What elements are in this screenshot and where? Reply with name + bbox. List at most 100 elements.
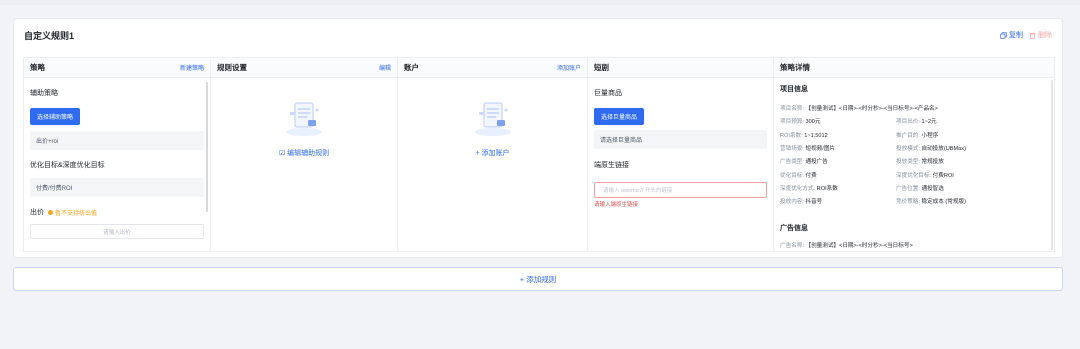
rules-body: ☑ 编辑辅助规则 xyxy=(211,78,397,253)
detail-field-value: 常规投放 xyxy=(919,159,944,166)
detail-field-value: 付费 xyxy=(803,172,817,179)
detail-body: 项目信息 广告信息 项目名称: 【创量测试】<日期>-<时分秒>-<当日标号>-… xyxy=(774,78,1054,253)
select-aux-strategy-button[interactable]: 选择辅助策略 xyxy=(30,108,81,125)
detail-field: 投放类型: 常规投放 xyxy=(896,157,944,165)
detail-field-key: 投放类型: xyxy=(896,159,920,166)
detail-field-value: 短视频/图片 xyxy=(803,145,836,152)
detail-field-value: 付费ROI xyxy=(931,172,954,179)
detail-field-key: 项目出价: xyxy=(896,119,920,126)
empty-document-icon xyxy=(286,102,322,136)
edit-aux-rules-label: 编辑辅助规则 xyxy=(287,150,330,157)
detail-field: 投放模式: 自动投放(UBMax) xyxy=(896,144,966,152)
detail-field-value: 抖音号 xyxy=(803,199,823,206)
detail-header: 策略详情 xyxy=(774,58,1054,78)
project-section-title: 项目信息 xyxy=(780,86,808,93)
detail-field: 营销场景: 短视频/图片 xyxy=(780,144,835,152)
detail-field-key: 竞价策略: xyxy=(896,199,920,206)
native-link-error: 请输入端原生链接 xyxy=(594,202,639,208)
strategy-column: 策略 新建策略 辅助策略 选择辅助策略 出价+roi 优化目标&深度优化目标 付… xyxy=(24,58,211,251)
detail-field: 推广目的: 小程序 xyxy=(896,131,938,139)
native-link-label: 端原生链接 xyxy=(594,162,629,169)
rules-title: 规则设置 xyxy=(217,63,247,72)
detail-field-key: 推广目的: xyxy=(896,132,920,139)
goods-label: 巨量商品 xyxy=(594,90,622,97)
aux-strategy-label: 辅助策略 xyxy=(30,90,58,97)
detail-field-key: 投放模式: xyxy=(896,145,920,152)
account-body: + 添加账户 xyxy=(398,78,587,253)
detail-field-key: 广告位置: xyxy=(896,185,920,192)
detail-field-value: 稳定成本 (常规版) xyxy=(919,199,966,206)
account-header: 账户 添加账户 xyxy=(398,58,587,78)
goal-label: 优化目标&深度优化目标 xyxy=(30,162,105,169)
detail-field: 广告名称: 【创量测试】<日期>-<时分秒>-<当日标号> xyxy=(780,241,913,249)
ad-section-title: 广告信息 xyxy=(780,225,808,232)
detail-field: 项目出价: 1~2元 xyxy=(896,117,937,125)
detail-field-key: 广告名称: xyxy=(780,243,804,249)
bid-warning: 暂不支持统出值 xyxy=(55,210,98,217)
warning-icon xyxy=(48,209,53,215)
detail-field-key: 广告类型: xyxy=(780,159,804,166)
bid-label: 出价 xyxy=(30,209,44,216)
strategy-body: 辅助策略 选择辅助策略 出价+roi 优化目标&深度优化目标 付费/付费ROI … xyxy=(24,78,210,253)
short-drama-title: 短剧 xyxy=(594,63,609,72)
detail-field-value: 300元 xyxy=(803,119,821,126)
rule-title: 自定义规则1 xyxy=(24,31,75,41)
detail-field: 项目预算: 300元 xyxy=(780,117,820,125)
rule-columns: 策略 新建策略 辅助策略 选择辅助策略 出价+roi 优化目标&深度优化目标 付… xyxy=(23,57,1055,252)
select-goods-button[interactable]: 选择巨量商品 xyxy=(594,108,645,125)
add-account-action[interactable]: + 添加账户 xyxy=(475,148,509,158)
edit-aux-rules-action[interactable]: ☑ 编辑辅助规则 xyxy=(279,148,329,158)
edit-icon: ☑ xyxy=(278,150,288,157)
detail-field: 优化目标: 付费 xyxy=(780,171,817,179)
empty-document-icon xyxy=(474,102,511,136)
detail-field-key: 投放内容: xyxy=(780,199,804,206)
strategy-scrollbar[interactable] xyxy=(206,82,208,212)
detail-field: 深度优化方式: ROI系数 xyxy=(780,184,838,192)
new-strategy-link[interactable]: 新建策略 xyxy=(180,63,204,72)
goal-value: 付费/付费ROI xyxy=(30,178,204,197)
detail-field-value: 通投智选 xyxy=(919,185,944,192)
bid-roi-value: 出价+roi xyxy=(30,131,204,150)
detail-field-key: 营销场景: xyxy=(780,145,804,152)
rules-empty-state: ☑ 编辑辅助规则 xyxy=(211,98,397,158)
detail-field-key: 深度优化方式: xyxy=(780,185,816,192)
detail-field-value: 通投广告 xyxy=(803,159,828,166)
native-link-input[interactable]: 请输入 aweme:// 开头的链接 xyxy=(594,182,767,198)
delete-rule-button[interactable]: 删除 xyxy=(1029,30,1052,40)
account-column: 账户 添加账户 + 添加账户 xyxy=(398,58,588,251)
detail-field: 项目名称: 【创量测试】<日期>-<时分秒>-<当日标号>-<产品名> xyxy=(780,104,938,112)
account-empty-state: + 添加账户 xyxy=(398,98,587,158)
copy-rule-button[interactable]: 复制 xyxy=(1000,30,1023,40)
detail-field-key: 优化目标: xyxy=(780,172,804,179)
delete-label: 删除 xyxy=(1038,32,1052,39)
detail-field-value: 1~1.5012 xyxy=(802,132,828,139)
short-drama-column: 短剧 巨量商品 选择巨量商品 请选择巨量商品 端原生链接 请输入 aweme:/… xyxy=(588,58,774,251)
detail-scrollbar[interactable] xyxy=(1051,80,1053,250)
short-drama-body: 巨量商品 选择巨量商品 请选择巨量商品 端原生链接 请输入 aweme:// 开… xyxy=(588,78,773,253)
detail-field-value: 【创量测试】<日期>-<时分秒>-<当日标号> xyxy=(803,243,913,249)
add-rule-button[interactable]: + 添加规则 xyxy=(13,267,1063,291)
detail-field-value: 小程序 xyxy=(919,132,939,139)
add-account-label: 添加账户 xyxy=(481,150,510,157)
trash-icon xyxy=(1029,32,1036,39)
bid-input[interactable]: 请输入出价 xyxy=(30,224,204,239)
add-account-link[interactable]: 添加账户 xyxy=(557,63,581,72)
detail-field: 广告位置: 通投智选 xyxy=(896,184,944,192)
detail-field-key: ROI系数: xyxy=(780,132,803,139)
edit-rules-link[interactable]: 编辑 xyxy=(379,63,391,72)
top-divider xyxy=(0,0,1080,5)
detail-column: 策略详情 项目信息 广告信息 项目名称: 【创量测试】<日期>-<时分秒>-<当… xyxy=(774,58,1054,251)
copy-icon xyxy=(1000,31,1007,39)
detail-field-key: 深度优化目标: xyxy=(896,172,932,179)
copy-label: 复制 xyxy=(1009,32,1023,39)
detail-field: 深度优化目标: 付费ROI xyxy=(896,171,954,179)
detail-title: 策略详情 xyxy=(780,63,810,72)
detail-field-value: ROI系数 xyxy=(815,185,838,192)
rule-card: 自定义规则1 复制 删除 策略 新建策略 辅助策略 选择辅助策略 出价+roi … xyxy=(13,18,1063,258)
detail-field: 投放内容: 抖音号 xyxy=(780,197,822,205)
strategy-header: 策略 新建策略 xyxy=(24,58,210,78)
goods-select[interactable]: 请选择巨量商品 xyxy=(594,130,767,149)
detail-field-value: 【创量测试】<日期>-<时分秒>-<当日标号>-<产品名> xyxy=(803,106,938,112)
detail-field-value: 1~2元 xyxy=(919,119,937,126)
detail-field-value: 自动投放(UBMax) xyxy=(919,145,966,152)
